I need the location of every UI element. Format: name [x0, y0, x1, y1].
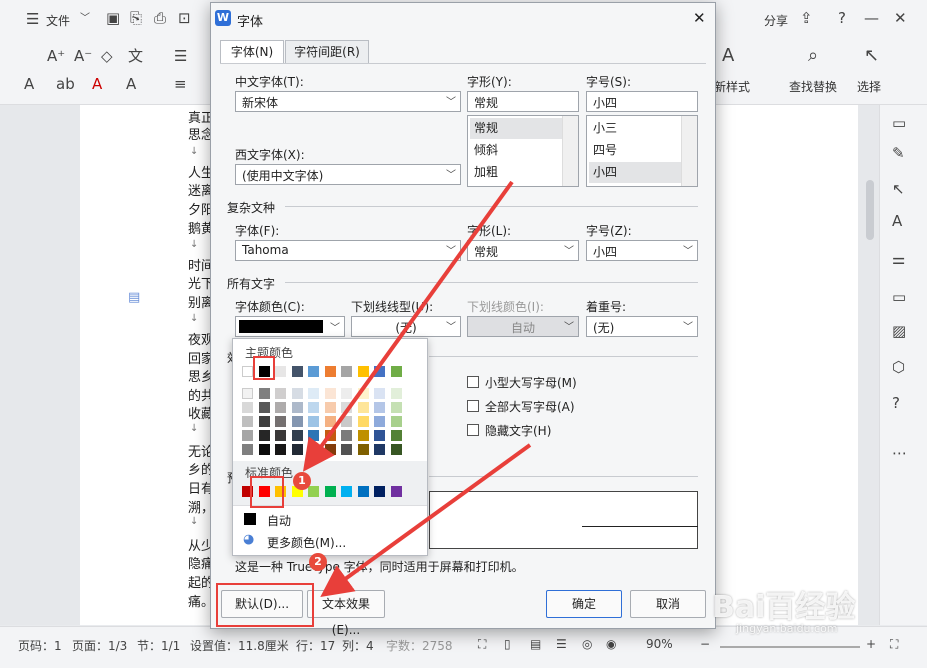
arrow-to-red-swatch: [302, 180, 514, 472]
arrow-to-default-button: [320, 443, 532, 598]
watermark-url: jingyan.baidu.com: [736, 622, 838, 635]
baidu-watermark: Bai百经验: [712, 590, 856, 625]
annotation-arrows: [302, 180, 532, 598]
